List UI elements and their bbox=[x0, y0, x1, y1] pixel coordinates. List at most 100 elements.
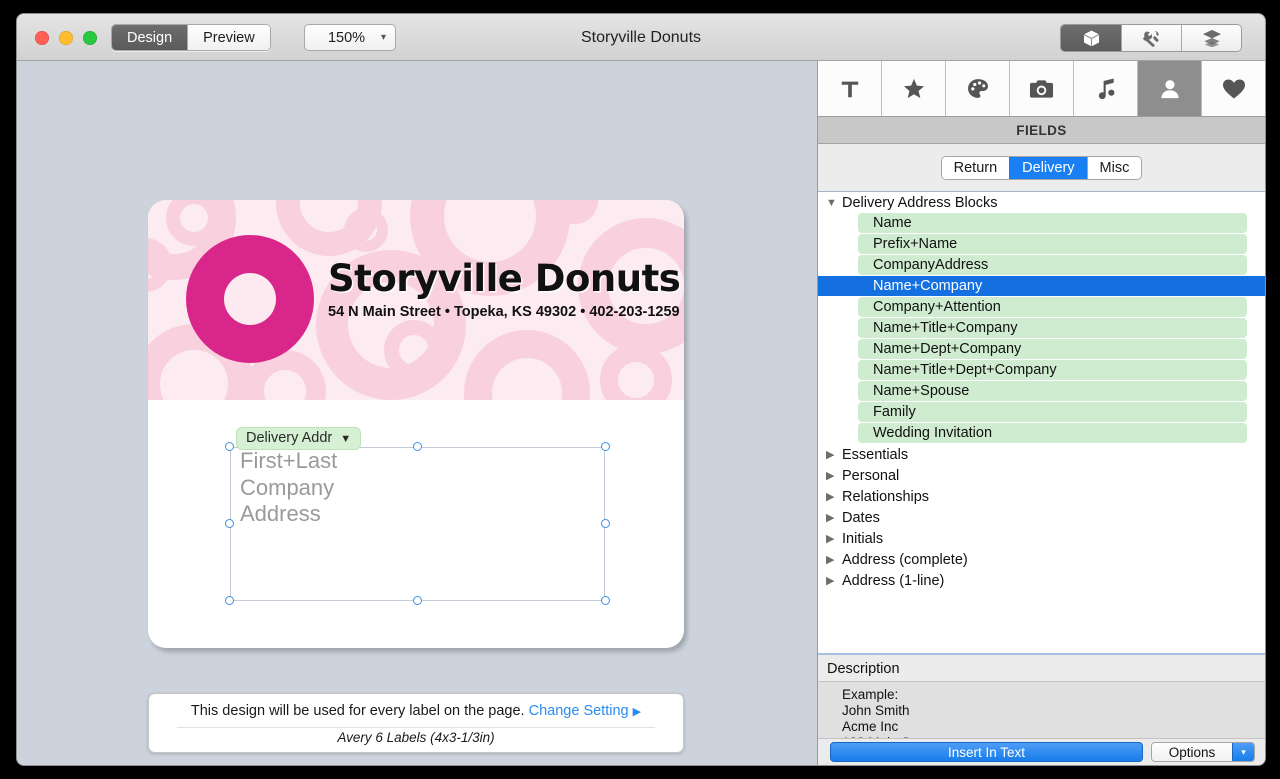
tree-group-address-1-line[interactable]: ▶ Address (1-line) bbox=[818, 570, 1265, 591]
triangle-right-icon[interactable]: ▶ bbox=[826, 448, 842, 461]
field-item-label: Wedding Invitation bbox=[858, 423, 1247, 443]
contact-person-icon-tab[interactable] bbox=[1138, 61, 1202, 116]
list-item[interactable]: Wedding Invitation bbox=[818, 423, 1265, 444]
tree-group-label: Relationships bbox=[842, 488, 930, 505]
page-setting-message-row: This design will be used for every label… bbox=[149, 703, 683, 719]
triangle-right-icon[interactable]: ▶ bbox=[826, 532, 842, 545]
field-item-label: Name+Company bbox=[818, 276, 1265, 296]
list-item-selected[interactable]: Name+Company bbox=[818, 276, 1265, 297]
insert-in-text-button[interactable]: Insert In Text bbox=[830, 742, 1143, 762]
tree-group-personal[interactable]: ▶ Personal bbox=[818, 465, 1265, 486]
triangle-down-icon: ▼ bbox=[340, 433, 352, 445]
resize-handle-sw[interactable] bbox=[225, 596, 234, 605]
field-item-label: Prefix+Name bbox=[858, 234, 1247, 254]
mode-segmented-control[interactable]: Design Preview bbox=[111, 24, 271, 51]
subtab-delivery[interactable]: Delivery bbox=[1009, 156, 1087, 179]
description-line: John Smith bbox=[842, 703, 910, 718]
subtab-misc[interactable]: Misc bbox=[1086, 156, 1142, 179]
star-icon-tab[interactable] bbox=[882, 61, 946, 116]
list-item[interactable]: Family bbox=[818, 402, 1265, 423]
panel-footer: Insert In Text Options ▾ bbox=[818, 739, 1265, 765]
app-window: Design Preview 150% ▾ Storyville Donuts bbox=[17, 14, 1265, 765]
tree-group-initials[interactable]: ▶ Initials bbox=[818, 528, 1265, 549]
brand-address-text: 54 N Main Street • Topeka, KS 49302 • 40… bbox=[328, 303, 680, 320]
list-item[interactable]: Prefix+Name bbox=[818, 234, 1265, 255]
tab-preview[interactable]: Preview bbox=[187, 25, 270, 50]
triangle-right-icon[interactable]: ▶ bbox=[826, 490, 842, 503]
list-item[interactable]: Company+Attention bbox=[818, 297, 1265, 318]
fields-section-title: FIELDS bbox=[1016, 122, 1067, 138]
tree-group-label: Essentials bbox=[842, 446, 909, 463]
camera-icon-tab[interactable] bbox=[1010, 61, 1074, 116]
field-item-label: CompanyAddress bbox=[858, 255, 1247, 275]
list-item[interactable]: Name bbox=[818, 213, 1265, 234]
triangle-right-icon[interactable]: ▶ bbox=[826, 511, 842, 524]
change-setting-link[interactable]: Change Setting bbox=[529, 703, 629, 719]
pattern-ring bbox=[464, 330, 590, 400]
inspector-icon-tabbar[interactable] bbox=[818, 61, 1265, 117]
fields-section-header: FIELDS bbox=[818, 117, 1265, 144]
design-canvas[interactable]: Storyville Donuts 54 N Main Street • Top… bbox=[17, 61, 817, 765]
layers-icon-button[interactable] bbox=[1181, 25, 1241, 51]
list-item[interactable]: Name+Dept+Company bbox=[818, 339, 1265, 360]
field-line: First+Last bbox=[240, 448, 338, 473]
pattern-ring bbox=[600, 344, 672, 400]
palette-icon-tab[interactable] bbox=[946, 61, 1010, 116]
tree-group-essentials[interactable]: ▶ Essentials bbox=[818, 444, 1265, 465]
triangle-right-icon[interactable]: ▶ bbox=[826, 469, 842, 482]
brand-name-text: Storyville Donuts bbox=[328, 257, 681, 300]
minimize-window-button[interactable] bbox=[59, 31, 73, 45]
tools-icon-button[interactable] bbox=[1121, 25, 1181, 51]
list-item[interactable]: Name+Title+Company bbox=[818, 318, 1265, 339]
resize-handle-ne[interactable] bbox=[601, 442, 610, 451]
field-item-label: Company+Attention bbox=[858, 297, 1247, 317]
triangle-right-icon[interactable]: ▶ bbox=[826, 574, 842, 587]
list-item[interactable]: Name+Title+Dept+Company bbox=[818, 360, 1265, 381]
options-button[interactable]: Options ▾ bbox=[1151, 742, 1255, 762]
page-setting-info-card: This design will be used for every label… bbox=[148, 693, 684, 753]
resize-handle-w[interactable] bbox=[225, 519, 234, 528]
label-template-name: Avery 6 Labels (4x3-1/3in) bbox=[337, 730, 495, 745]
field-scope-tabbar[interactable]: Return Delivery Misc bbox=[818, 144, 1265, 192]
music-icon-tab[interactable] bbox=[1074, 61, 1138, 116]
list-item[interactable]: Name+Spouse bbox=[818, 381, 1265, 402]
right-tool-segmented-control[interactable] bbox=[1060, 24, 1242, 52]
resize-handle-se[interactable] bbox=[601, 596, 610, 605]
tab-design[interactable]: Design bbox=[112, 25, 188, 50]
3d-box-icon-button[interactable] bbox=[1061, 25, 1121, 51]
tree-group-relationships[interactable]: ▶ Relationships bbox=[818, 486, 1265, 507]
resize-handle-nw[interactable] bbox=[225, 442, 234, 451]
description-header-label: Description bbox=[827, 661, 900, 677]
subtab-return[interactable]: Return bbox=[941, 156, 1010, 179]
resize-handle-s[interactable] bbox=[413, 596, 422, 605]
options-button-label: Options bbox=[1152, 743, 1232, 761]
triangle-right-icon[interactable]: ▶ bbox=[826, 553, 842, 566]
close-window-button[interactable] bbox=[35, 31, 49, 45]
triangle-right-icon: ▶ bbox=[632, 706, 642, 718]
resize-handle-n[interactable] bbox=[413, 442, 422, 451]
field-scope-segmented-control[interactable]: Return Delivery Misc bbox=[940, 155, 1143, 180]
resize-handle-e[interactable] bbox=[601, 519, 610, 528]
delivery-addr-dropdown[interactable]: Delivery Addr ▼ bbox=[236, 427, 362, 450]
zoom-level-dropdown[interactable]: 150% ▾ bbox=[304, 24, 396, 51]
chevron-down-icon[interactable]: ▾ bbox=[1232, 743, 1254, 761]
field-item-label: Name+Title+Company bbox=[858, 318, 1247, 338]
text-icon-tab[interactable] bbox=[818, 61, 882, 116]
label-preview[interactable]: Storyville Donuts 54 N Main Street • Top… bbox=[148, 200, 684, 648]
tree-group-dates[interactable]: ▶ Dates bbox=[818, 507, 1265, 528]
maximize-window-button[interactable] bbox=[83, 31, 97, 45]
field-tree-list[interactable]: ▼ Delivery Address Blocks Name Prefix+Na… bbox=[818, 192, 1265, 655]
delivery-addr-dropdown-label: Delivery Addr bbox=[246, 430, 333, 446]
tree-group-address-complete[interactable]: ▶ Address (complete) bbox=[818, 549, 1265, 570]
tree-group-delivery-address-blocks[interactable]: ▼ Delivery Address Blocks bbox=[818, 192, 1265, 213]
divider bbox=[177, 727, 655, 728]
triangle-down-icon[interactable]: ▼ bbox=[826, 197, 842, 209]
delivery-address-field-block[interactable]: First+Last Company Address Delivery Addr… bbox=[225, 427, 610, 605]
list-item[interactable]: CompanyAddress bbox=[818, 255, 1265, 276]
heart-icon-tab[interactable] bbox=[1202, 61, 1265, 116]
description-header: Description bbox=[818, 657, 1265, 682]
window-title-text: Storyville Donuts bbox=[580, 28, 702, 46]
field-line: Address bbox=[240, 501, 321, 526]
donut-logo-icon bbox=[186, 235, 314, 363]
brand-block: Storyville Donuts 54 N Main Street • Top… bbox=[328, 257, 681, 320]
